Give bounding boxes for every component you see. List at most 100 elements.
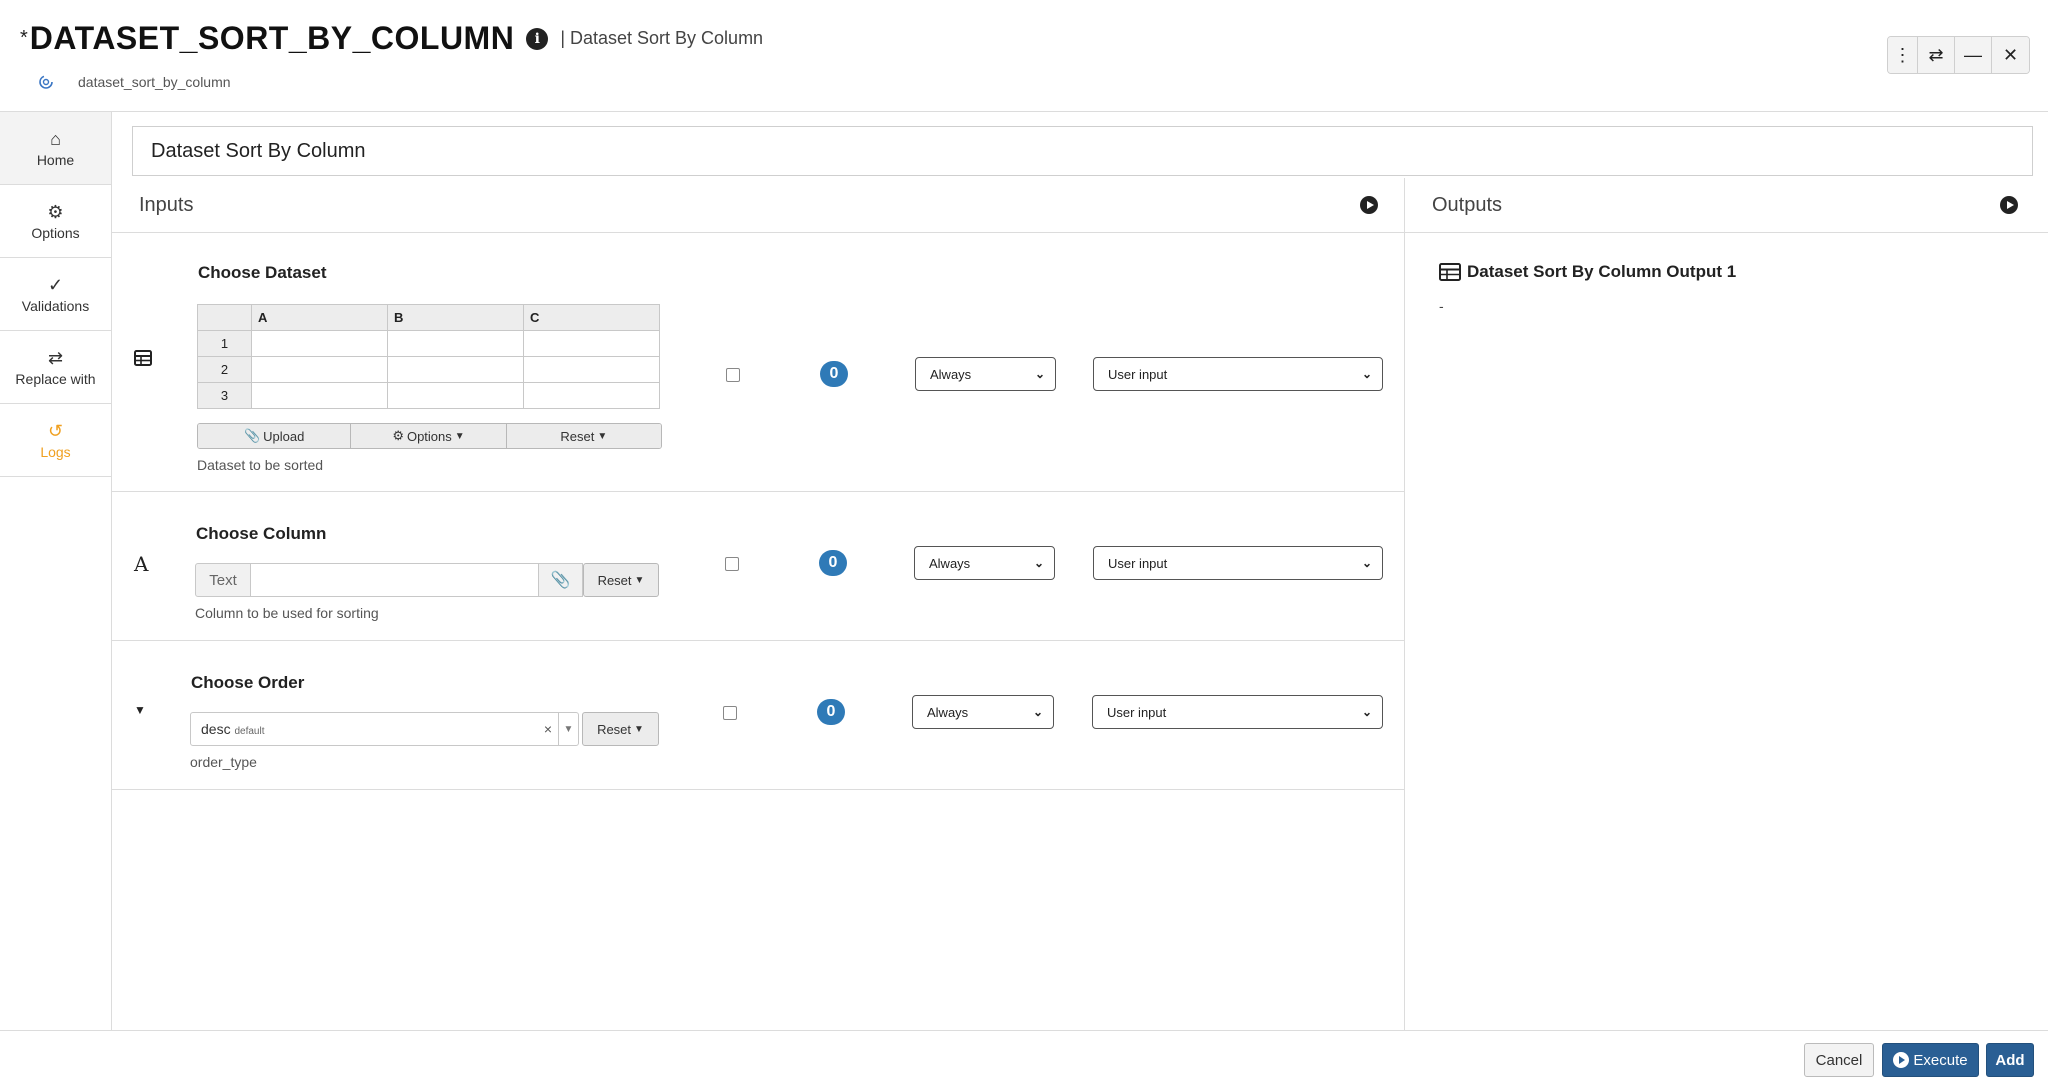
param-row-order: ▼ Choose Order desc default × ▼ Reset ▼ … xyxy=(112,641,1405,790)
grid-cell[interactable] xyxy=(251,356,388,383)
sidebar-item-home[interactable]: ⌂ Home xyxy=(0,112,111,185)
upload-label: Upload xyxy=(263,428,305,444)
param-description: Dataset to be sorted xyxy=(197,457,324,473)
upload-button[interactable]: 📎 Upload xyxy=(198,424,352,448)
reset-button[interactable]: Reset ▼ xyxy=(506,424,661,448)
header: * DATASET_SORT_BY_COLUMN i | Dataset Sor… xyxy=(0,0,2048,112)
cancel-button[interactable]: Cancel xyxy=(1804,1043,1874,1077)
reset-label: Reset xyxy=(597,721,632,737)
inputs-heading: Inputs xyxy=(139,193,194,216)
text-type-icon: A xyxy=(134,552,149,576)
reset-button[interactable]: Reset ▼ xyxy=(582,712,659,746)
table-icon xyxy=(134,349,152,372)
condition-select[interactable]: Always ⌄ xyxy=(912,695,1054,729)
source-select[interactable]: User input ⌄ xyxy=(1092,695,1383,729)
close-icon[interactable]: ✕ xyxy=(1992,37,2029,73)
param-checkbox[interactable] xyxy=(725,557,739,571)
swap-icon: ⇄ xyxy=(47,348,64,368)
source-value: User input xyxy=(1108,555,1168,571)
grid-cell[interactable] xyxy=(523,356,660,383)
order-value-hint: default xyxy=(234,726,265,737)
paperclip-icon: 📎 xyxy=(243,428,261,443)
more-vertical-icon[interactable]: ⋮ xyxy=(1888,37,1918,73)
condition-value: Always xyxy=(927,704,969,720)
add-button[interactable]: Add xyxy=(1986,1043,2034,1077)
sidebar-item-validations[interactable]: ✓ Validations xyxy=(0,258,111,331)
reset-button[interactable]: Reset ▼ xyxy=(583,563,659,597)
grid-column-header: B xyxy=(387,304,524,331)
footer: Cancel Execute Add xyxy=(0,1030,2048,1092)
dropdown-arrow-icon[interactable]: ▼ xyxy=(558,713,578,745)
sidebar: ⌂ Home ⚙ Options ✓ Validations ⇄ Replace… xyxy=(0,112,112,1030)
chevron-down-icon: ⌄ xyxy=(1361,556,1372,570)
chevron-down-icon: ⌄ xyxy=(1032,705,1043,719)
order-select[interactable]: desc default × ▼ xyxy=(190,712,579,746)
condition-value: Always xyxy=(929,555,971,571)
grid-column-header: A xyxy=(251,304,388,331)
grid-row-number: 1 xyxy=(197,330,252,357)
page-title: DATASET_SORT_BY_COLUMN xyxy=(29,20,515,56)
param-row-dataset: Choose Dataset A B C 1 2 3 📎 Upload ⚙ Op… xyxy=(112,233,1405,492)
column-input[interactable] xyxy=(251,563,539,597)
grid-cell[interactable] xyxy=(387,382,524,409)
tool-identifier: dataset_sort_by_column xyxy=(78,74,231,90)
grid-cell[interactable] xyxy=(251,382,388,409)
condition-select[interactable]: Always ⌄ xyxy=(915,357,1056,391)
grid-cell[interactable] xyxy=(387,330,524,357)
paperclip-icon[interactable]: 📎 xyxy=(539,563,583,597)
sidebar-item-logs[interactable]: ↺ Logs xyxy=(0,404,111,477)
play-icon[interactable] xyxy=(1360,196,1378,214)
outputs-header: Outputs xyxy=(1405,178,2048,233)
info-icon[interactable]: i xyxy=(526,27,549,50)
param-checkbox[interactable] xyxy=(726,368,740,382)
caret-down-icon: ▼ xyxy=(634,574,645,586)
play-icon xyxy=(1893,1052,1910,1068)
options-button[interactable]: ⚙ Options ▼ xyxy=(351,424,507,448)
clear-icon[interactable]: × xyxy=(538,721,558,737)
gear-icon: ⚙ xyxy=(47,202,64,222)
sidebar-item-label: Logs xyxy=(40,444,71,460)
sidebar-item-label: Replace with xyxy=(15,371,96,387)
grid-cell[interactable] xyxy=(251,330,388,357)
grid-cell[interactable] xyxy=(523,382,660,409)
dataset-button-group: 📎 Upload ⚙ Options ▼ Reset ▼ xyxy=(197,423,662,449)
home-icon: ⌂ xyxy=(50,129,61,149)
execute-button[interactable]: Execute xyxy=(1882,1043,1979,1077)
grid-row-number: 2 xyxy=(197,356,252,383)
sidebar-item-label: Options xyxy=(31,225,80,241)
refresh-icon xyxy=(39,75,53,89)
play-icon[interactable] xyxy=(2000,196,2018,214)
inputs-panel: Inputs Choose Dataset A B C 1 2 3 📎 Uplo… xyxy=(112,178,1405,1030)
caret-down-icon: ▼ xyxy=(634,723,644,735)
window-controls: ⋮ ⇄ — ✕ xyxy=(1887,36,2030,74)
name-field[interactable]: Dataset Sort By Column xyxy=(132,126,2033,176)
modified-marker: * xyxy=(20,27,28,49)
chevron-down-icon: ⌄ xyxy=(1034,367,1045,381)
check-double-icon: ✓ xyxy=(47,275,64,295)
grid-cell[interactable] xyxy=(523,330,660,357)
param-description: Column to be used for sorting xyxy=(195,605,379,621)
source-select[interactable]: User input ⌄ xyxy=(1093,546,1383,580)
minimize-icon[interactable]: — xyxy=(1955,37,1992,73)
outputs-heading: Outputs xyxy=(1432,193,1503,216)
sidebar-item-replace-with[interactable]: ⇄ Replace with xyxy=(0,331,111,404)
swap-icon[interactable]: ⇄ xyxy=(1918,37,1955,73)
grid-cell[interactable] xyxy=(387,356,524,383)
order-value: desc default xyxy=(191,721,538,737)
source-select[interactable]: User input ⌄ xyxy=(1093,357,1383,391)
inputs-header: Inputs xyxy=(112,178,1404,233)
grid-corner xyxy=(197,304,252,331)
param-checkbox[interactable] xyxy=(723,706,737,720)
identifier-row: dataset_sort_by_column xyxy=(38,74,231,90)
table-icon xyxy=(1439,263,1461,281)
dataset-grid[interactable]: A B C 1 2 3 xyxy=(197,304,660,409)
text-prefix-label: Text xyxy=(195,563,251,597)
sidebar-item-label: Validations xyxy=(21,298,90,314)
condition-select[interactable]: Always ⌄ xyxy=(914,546,1055,580)
gear-icon: ⚙ xyxy=(392,428,404,443)
options-label: Options xyxy=(406,428,452,444)
chevron-down-icon: ⌄ xyxy=(1361,367,1372,381)
execute-label: Execute xyxy=(1913,1051,1968,1069)
sidebar-item-options[interactable]: ⚙ Options xyxy=(0,185,111,258)
chevron-down-icon: ⌄ xyxy=(1361,705,1372,719)
